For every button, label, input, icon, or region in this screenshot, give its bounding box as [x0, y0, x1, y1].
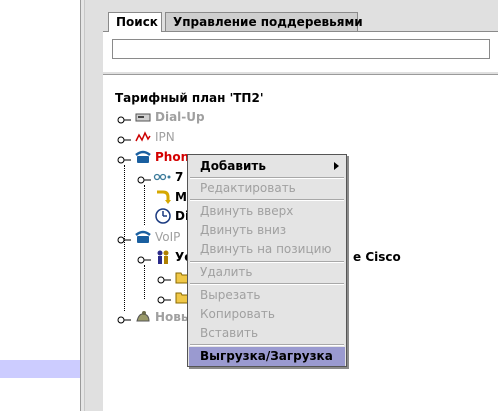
- tree-root-label: Тарифный план 'ТП2': [115, 91, 264, 105]
- menu-separator: [190, 283, 344, 285]
- menu-item-label: Копировать: [200, 307, 275, 321]
- tree-node-label: IPN: [155, 130, 175, 144]
- left-pane: [0, 0, 80, 411]
- tree-guide-line: [144, 185, 145, 225]
- menu-item-paste[interactable]: Вставить: [189, 324, 345, 343]
- menu-item-label: Двинуть на позицию: [200, 242, 332, 256]
- expand-toggle-icon[interactable]: [157, 272, 171, 284]
- left-selected-row[interactable]: [0, 360, 80, 378]
- collapse-toggle-icon[interactable]: [137, 252, 151, 264]
- menu-item-label: Добавить: [200, 159, 266, 173]
- menu-item-move-to-position[interactable]: Двинуть на позицию: [189, 240, 345, 259]
- service-hand-icon: [135, 309, 151, 325]
- expand-toggle-icon[interactable]: [137, 172, 151, 184]
- search-panel: [103, 31, 498, 72]
- arrow-bend-icon: [155, 189, 171, 205]
- tree-node-label: 7: [175, 170, 184, 184]
- users-icon: [155, 249, 171, 265]
- traffic-graph-icon: [135, 129, 151, 145]
- menu-item-label: Редактировать: [200, 181, 296, 195]
- menu-item-export-import[interactable]: Выгрузка/Загрузка: [189, 347, 345, 366]
- telephone-icon: [135, 149, 151, 165]
- menu-item-label: Двинуть вниз: [200, 223, 287, 237]
- menu-item-label: Вставить: [200, 326, 259, 340]
- collapse-toggle-icon[interactable]: [117, 152, 131, 164]
- menu-item-edit[interactable]: Редактировать: [189, 179, 345, 198]
- expand-toggle-icon[interactable]: [117, 132, 131, 144]
- menu-item-cut[interactable]: Вырезать: [189, 286, 345, 305]
- search-input[interactable]: [112, 39, 490, 59]
- tree-node-label: VoIP: [155, 230, 181, 244]
- link-icon: [153, 169, 171, 185]
- expand-toggle-icon[interactable]: [117, 112, 131, 124]
- menu-item-label: Удалить: [200, 265, 253, 279]
- tab-search[interactable]: Поиск: [108, 12, 162, 32]
- telephone-icon: [135, 229, 151, 245]
- clock-icon: [155, 208, 171, 224]
- tree-guide-line: [144, 265, 145, 299]
- expand-toggle-icon[interactable]: [117, 312, 131, 324]
- menu-separator: [190, 344, 344, 346]
- menu-item-move-down[interactable]: Двинуть вниз: [189, 221, 345, 240]
- menu-item-add[interactable]: Добавить: [189, 157, 345, 176]
- menu-item-move-up[interactable]: Двинуть вверх: [189, 202, 345, 221]
- tree-node-label: Dial-Up: [155, 110, 205, 124]
- menu-item-label: Выгрузка/Загрузка: [200, 349, 333, 363]
- context-menu: Добавить Редактировать Двинуть вверх Дви…: [187, 154, 347, 367]
- collapse-toggle-icon[interactable]: [117, 232, 131, 244]
- submenu-arrow-icon: [334, 162, 339, 170]
- menu-item-label: Двинуть вверх: [200, 204, 294, 218]
- menu-separator: [190, 199, 344, 201]
- menu-item-copy[interactable]: Копировать: [189, 305, 345, 324]
- tab-subtree-management[interactable]: Управление поддеревьями: [165, 12, 363, 31]
- menu-item-label: Вырезать: [200, 288, 261, 302]
- expand-toggle-icon[interactable]: [157, 292, 171, 304]
- tree-node-label-tail: e Cisco: [353, 250, 401, 264]
- modem-icon: [135, 109, 151, 125]
- menu-item-delete[interactable]: Удалить: [189, 263, 345, 282]
